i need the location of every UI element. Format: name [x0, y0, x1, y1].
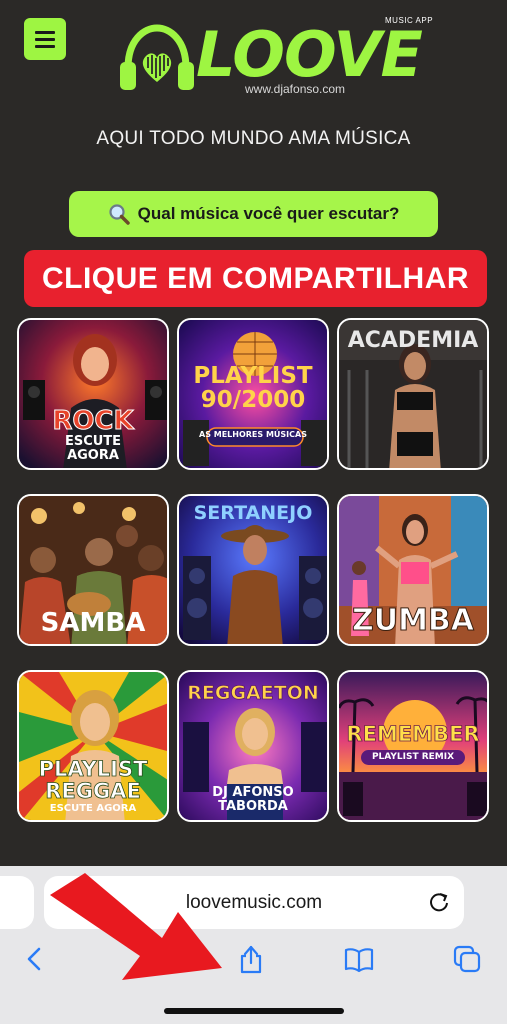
magnifier-icon — [109, 204, 130, 225]
tile-title: ZUMBA — [351, 603, 475, 638]
logo-app-label: MUSIC APP — [385, 16, 434, 25]
tile-title: ROCK — [52, 406, 134, 436]
tagline: AQUI TODO MUNDO AMA MÚSICA — [96, 128, 411, 149]
search-music-button[interactable]: Qual música você quer escutar? — [69, 191, 438, 237]
logo-wordmark: LOOVE — [196, 18, 423, 91]
headphones-heart-icon — [120, 24, 194, 90]
address-url: loovemusic.com — [185, 891, 323, 913]
logo-url: www.djafonso.com — [245, 82, 346, 96]
tile-subtitle: ESCUTE AGORA — [64, 434, 122, 463]
address-bar[interactable]: loovemusic.com — [44, 876, 464, 929]
playlist-tile-sertanejo[interactable]: SERTANEJO — [177, 494, 329, 646]
playlist-tile-reggae[interactable]: PLAYLIST REGGAE ESCUTE AGORA — [17, 670, 169, 822]
previous-tab-preview[interactable] — [0, 876, 34, 929]
playlist-tile-zumba[interactable]: ZUMBA — [337, 494, 489, 646]
tile-subtitle: AS MELHORES MÚSICAS — [199, 430, 307, 439]
tabs-icon[interactable] — [450, 942, 484, 976]
reload-icon[interactable] — [428, 891, 450, 913]
playlist-tile-samba[interactable]: SAMBA — [17, 494, 169, 646]
tile-title: PLAYLIST 90/2000 — [193, 363, 313, 414]
remember-artwork — [339, 672, 487, 820]
bookmarks-book-icon[interactable] — [342, 942, 376, 976]
share-icon[interactable] — [234, 942, 268, 976]
tile-title: SAMBA — [40, 608, 146, 638]
search-music-label: Qual música você quer escutar? — [137, 204, 400, 223]
share-instruction-banner: CLIQUE EM COMPARTILHAR — [24, 250, 487, 307]
playlist-tile-reggaeton[interactable]: REGGAETON DJ AFONSO TABORDA — [177, 670, 329, 822]
playlist-tile-academia[interactable]: ACADEMIA — [337, 318, 489, 470]
home-indicator — [164, 1008, 344, 1014]
playlist-tile-90-2000[interactable]: PLAYLIST 90/2000 AS MELHORES MÚSICAS — [177, 318, 329, 470]
playlist-tile-remember[interactable]: REMEMBER PLAYLIST REMIX — [337, 670, 489, 822]
tile-title: PLAYLIST REGGAE — [38, 757, 148, 804]
hamburger-menu-icon[interactable] — [24, 18, 66, 60]
tile-subtitle: PLAYLIST REMIX — [361, 750, 465, 766]
tile-subtitle: ESCUTE AGORA — [49, 803, 137, 814]
logo: LOOVE MUSIC APP www.djafonso.com — [118, 16, 438, 98]
tile-title: SERTANEJO — [193, 502, 313, 524]
tile-title: ACADEMIA — [347, 328, 479, 353]
playlist-tile-rock[interactable]: ROCK ESCUTE AGORA — [17, 318, 169, 470]
tile-title: REGGAETON — [187, 682, 319, 704]
tile-subtitle: DJ AFONSO TABORDA — [212, 785, 294, 814]
tile-title: REMEMBER — [346, 722, 480, 746]
back-chevron-icon[interactable] — [18, 942, 52, 976]
